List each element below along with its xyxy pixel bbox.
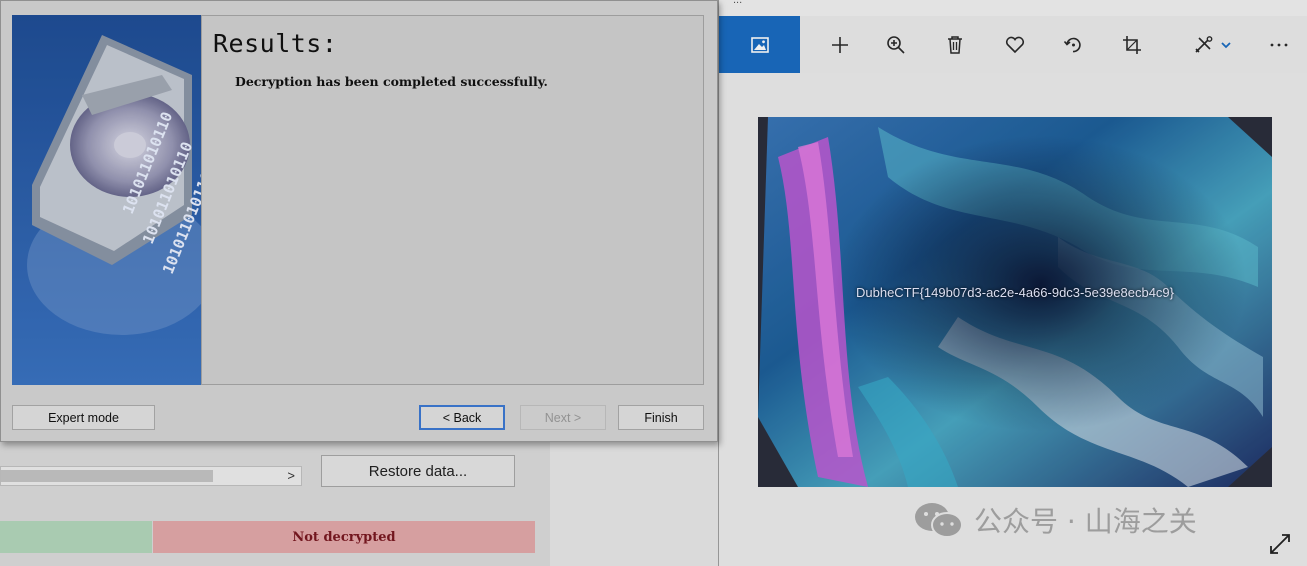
background-app-window: > Restore data... Not decrypted bbox=[0, 430, 551, 566]
decryption-wizard-dialog: 101011010110 101011010110 101011010110 R… bbox=[0, 0, 718, 442]
wechat-watermark: 公众号 · 山海之关 bbox=[912, 500, 1197, 540]
finish-button[interactable]: Finish bbox=[618, 405, 704, 430]
crop-icon bbox=[1123, 35, 1141, 54]
add-icon bbox=[832, 36, 848, 53]
image-view-button[interactable] bbox=[719, 16, 800, 73]
photos-viewer-window: ... DubheCTF{149b07d3-ac2e-4a66-9dc3-5e3… bbox=[718, 0, 1307, 566]
results-message: Decryption has been completed successful… bbox=[235, 74, 548, 89]
delete-button[interactable] bbox=[935, 16, 975, 73]
favorite-button[interactable] bbox=[995, 16, 1035, 73]
next-button[interactable]: Next > bbox=[520, 405, 606, 430]
rotate-button[interactable] bbox=[1053, 16, 1093, 73]
rotate-icon bbox=[1063, 37, 1081, 52]
expand-icon[interactable] bbox=[1268, 532, 1292, 556]
heart-icon bbox=[1005, 36, 1025, 53]
abstract-fabric-image bbox=[758, 117, 1272, 487]
background-window-area bbox=[550, 430, 718, 566]
scroll-right-arrow-icon[interactable]: > bbox=[287, 468, 295, 483]
wizard-banner-image: 101011010110 101011010110 101011010110 bbox=[12, 15, 201, 385]
delete-icon bbox=[948, 35, 962, 54]
horizontal-scrollbar[interactable]: > bbox=[0, 466, 302, 486]
expert-mode-button[interactable]: Expert mode bbox=[12, 405, 155, 430]
zoom-in-button[interactable] bbox=[876, 16, 916, 73]
photos-toolbar bbox=[719, 16, 1307, 73]
wechat-icon bbox=[915, 503, 963, 538]
photo-flag-caption: DubheCTF{149b07d3-ac2e-4a66-9dc3-5e39e8e… bbox=[855, 285, 1175, 300]
scrollbar-thumb[interactable] bbox=[1, 470, 213, 482]
more-icon bbox=[1270, 43, 1288, 46]
add-button[interactable] bbox=[820, 16, 860, 73]
back-button[interactable]: < Back bbox=[419, 405, 505, 430]
hard-drive-illustration: 101011010110 101011010110 101011010110 bbox=[12, 15, 201, 385]
edit-icon bbox=[1195, 35, 1213, 53]
status-cell-ok bbox=[0, 521, 152, 553]
image-icon bbox=[750, 36, 769, 53]
chevron-down-icon bbox=[1221, 41, 1231, 48]
displayed-photo[interactable]: DubheCTF{149b07d3-ac2e-4a66-9dc3-5e39e8e… bbox=[758, 117, 1272, 487]
edit-menu-button[interactable] bbox=[1182, 16, 1242, 73]
photos-window-title: ... bbox=[733, 0, 743, 6]
status-cell-not-decrypted: Not decrypted bbox=[153, 521, 535, 553]
results-heading: Results: bbox=[213, 29, 338, 58]
more-options-button[interactable] bbox=[1259, 16, 1299, 73]
restore-data-button[interactable]: Restore data... bbox=[321, 455, 515, 487]
zoom-in-icon bbox=[887, 35, 905, 54]
wizard-content-panel: Results: Decryption has been completed s… bbox=[201, 15, 704, 385]
photos-titlebar: ... bbox=[719, 0, 1307, 16]
crop-button[interactable] bbox=[1112, 16, 1152, 73]
watermark-text: 公众号 · 山海之关 bbox=[974, 505, 1197, 538]
